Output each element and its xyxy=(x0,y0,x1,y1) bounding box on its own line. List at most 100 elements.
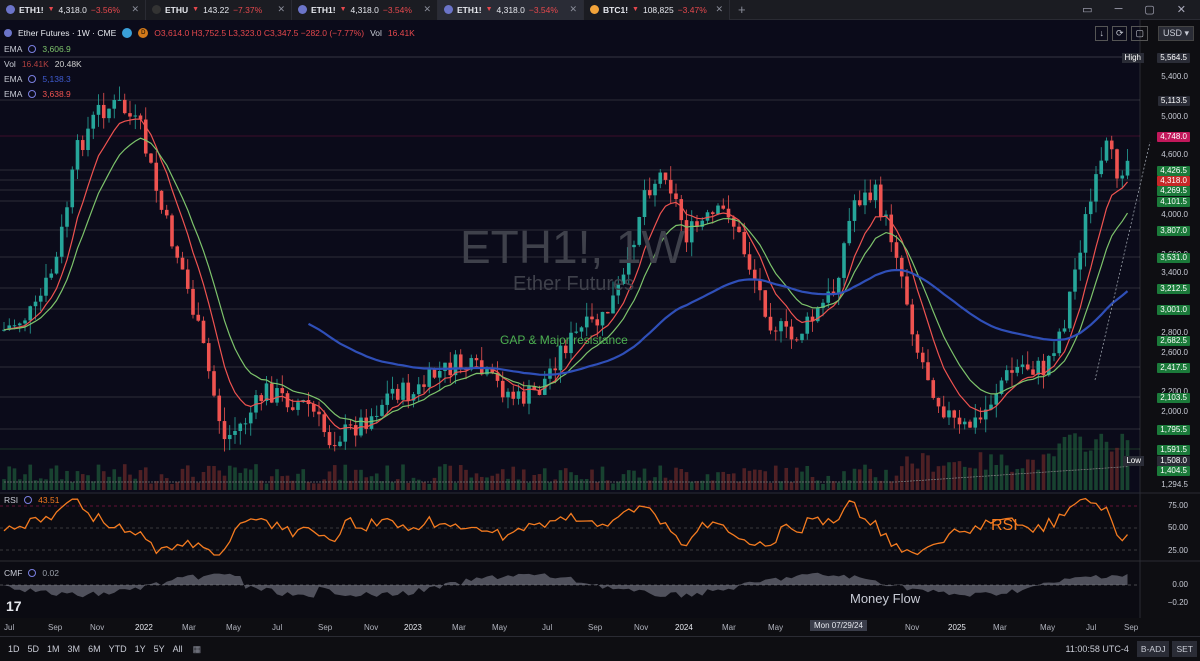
legend-ema3[interactable]: EMA 3,638.9 xyxy=(4,89,71,99)
tab-eth1-active[interactable]: ETH1! ▼ 4,318.0 −3.54% ✕ xyxy=(438,0,584,20)
tradingview-logo[interactable]: 17 xyxy=(6,598,22,614)
download-icon[interactable]: ↓ xyxy=(1095,26,1108,41)
chart-area[interactable]: ETH1!, 1W Ether Futures Ether Futures · … xyxy=(0,20,1200,640)
symbol-title[interactable]: Ether Futures · 1W · CME xyxy=(18,28,116,38)
settings-icon[interactable] xyxy=(28,569,37,577)
volume-bar xyxy=(443,464,447,490)
candle-body xyxy=(800,333,804,341)
price-tag-value: 4,269.5 xyxy=(1160,186,1187,195)
settings-icon[interactable] xyxy=(28,75,37,83)
price-tag-value: 1,404.5 xyxy=(1160,466,1187,475)
add-tab-button[interactable]: + xyxy=(730,2,754,17)
price-tag-value: 1,795.5 xyxy=(1160,425,1187,434)
time-axis-label: Nov xyxy=(905,623,920,632)
volume-bar xyxy=(138,470,143,490)
volume-bar xyxy=(1115,447,1119,490)
maximize-chart-icon[interactable]: ▢ xyxy=(1131,26,1148,41)
price-tag: 5,113.5 xyxy=(1157,96,1190,106)
legend-volume[interactable]: Vol 16.41K 20.48K xyxy=(4,59,82,69)
volume-bar xyxy=(1031,459,1035,490)
candle-body xyxy=(275,388,279,403)
close-icon[interactable]: ✕ xyxy=(423,4,431,15)
volume-bar xyxy=(180,468,185,490)
money-flow-annotation[interactable]: Money Flow xyxy=(850,591,920,606)
close-icon[interactable]: ✕ xyxy=(715,4,723,15)
adjustment-button[interactable]: B-ADJ xyxy=(1136,641,1170,657)
clock[interactable]: 11:00:58 UTC-4 xyxy=(1066,644,1137,654)
volume-bar xyxy=(931,471,936,490)
currency-label: USD xyxy=(1162,28,1182,38)
volume-value: 16.41K xyxy=(21,59,49,69)
range-button-all[interactable]: All xyxy=(169,644,187,654)
volume-bar xyxy=(810,476,815,490)
currency-selector[interactable]: USD ▾ xyxy=(1157,26,1194,41)
price-tag: 2,103.5 xyxy=(1157,393,1190,403)
range-button-3m[interactable]: 3M xyxy=(64,644,85,654)
close-icon[interactable]: ✕ xyxy=(277,4,285,15)
candle-body xyxy=(327,432,332,446)
close-icon[interactable]: ✕ xyxy=(131,4,139,15)
tab-eth1-b[interactable]: ETH1! ▼ 4,318.0 −3.54% ✕ xyxy=(292,0,438,20)
settlement-button[interactable]: SET xyxy=(1172,641,1197,657)
price-axis-label: 4,000.0 xyxy=(1161,210,1188,219)
settings-icon[interactable] xyxy=(28,90,37,98)
price-tag: 3,531.0 xyxy=(1157,253,1190,263)
minimize-icon[interactable]: ─ xyxy=(1115,3,1123,16)
close-window-icon[interactable]: ✕ xyxy=(1177,3,1186,16)
settings-icon[interactable] xyxy=(28,45,37,53)
volume-bar xyxy=(327,471,332,490)
chart-canvas[interactable] xyxy=(0,20,1200,640)
candle-body xyxy=(164,209,169,216)
price-tag: 1,795.5 xyxy=(1157,425,1190,435)
volume-bar xyxy=(684,472,689,490)
legend-cmf[interactable]: CMF 0.02 xyxy=(4,568,59,578)
volume-bar xyxy=(558,470,563,490)
range-button-5d[interactable]: 5D xyxy=(24,644,44,654)
refresh-icon[interactable]: ⟳ xyxy=(1111,26,1128,41)
candle-body xyxy=(521,391,526,404)
time-axis-label: Jul xyxy=(272,623,283,632)
legend-rsi[interactable]: RSI 43.51 xyxy=(4,495,59,505)
candle-body xyxy=(726,208,731,218)
candle-body xyxy=(1025,364,1030,370)
tab-btc1[interactable]: BTC1! ▼ 108,825 −3.47% ✕ xyxy=(584,0,730,20)
rsi-annotation[interactable]: RSI xyxy=(991,517,1018,535)
tab-eth1-a[interactable]: ETH1! ▼ 4,318.0 −3.56% ✕ xyxy=(0,0,146,20)
maximize-icon[interactable]: ▢ xyxy=(1144,3,1154,16)
time-axis-label: Mar xyxy=(722,623,736,632)
candle-body xyxy=(227,434,232,440)
calendar-icon[interactable]: ▦ xyxy=(187,644,208,655)
range-button-1m[interactable]: 1M xyxy=(43,644,64,654)
volume-bar xyxy=(38,478,43,490)
range-button-1y[interactable]: 1Y xyxy=(131,644,150,654)
volume-bar xyxy=(873,477,878,490)
range-button-6m[interactable]: 6M xyxy=(84,644,105,654)
candle-body xyxy=(217,395,222,422)
close-icon[interactable]: ✕ xyxy=(569,4,577,15)
volume-bar xyxy=(401,464,405,490)
settings-icon[interactable] xyxy=(24,496,33,504)
volume-bar xyxy=(899,466,904,490)
legend-ema2[interactable]: EMA 5,138.3 xyxy=(4,74,71,84)
volume-bar xyxy=(548,482,552,490)
range-button-ytd[interactable]: YTD xyxy=(105,644,131,654)
candle-body xyxy=(590,316,594,320)
candle-body xyxy=(705,212,710,221)
candle-body xyxy=(348,424,353,426)
volume-bar xyxy=(395,479,400,490)
volume-bar xyxy=(122,464,127,490)
volume-bar xyxy=(448,465,453,490)
range-button-1d[interactable]: 1D xyxy=(4,644,24,654)
cmf-axis-label: 0.00 xyxy=(1172,580,1188,589)
time-axis-label: 2022 xyxy=(135,623,153,632)
tab-ethu[interactable]: ETHU ▼ 143.22 −7.37% ✕ xyxy=(146,0,292,20)
layout-icon[interactable]: ▭ xyxy=(1082,3,1092,16)
price-tag: 4,318.0 xyxy=(1157,176,1190,186)
gap-resistance-annotation[interactable]: GAP & Major resistance xyxy=(500,333,628,347)
range-button-5y[interactable]: 5Y xyxy=(150,644,169,654)
volume-bar xyxy=(17,479,22,490)
legend-ema1[interactable]: EMA 3,606.9 xyxy=(4,44,71,54)
time-axis-label: May xyxy=(1040,623,1056,632)
candle-body xyxy=(952,410,957,418)
volume-bar xyxy=(338,479,342,490)
